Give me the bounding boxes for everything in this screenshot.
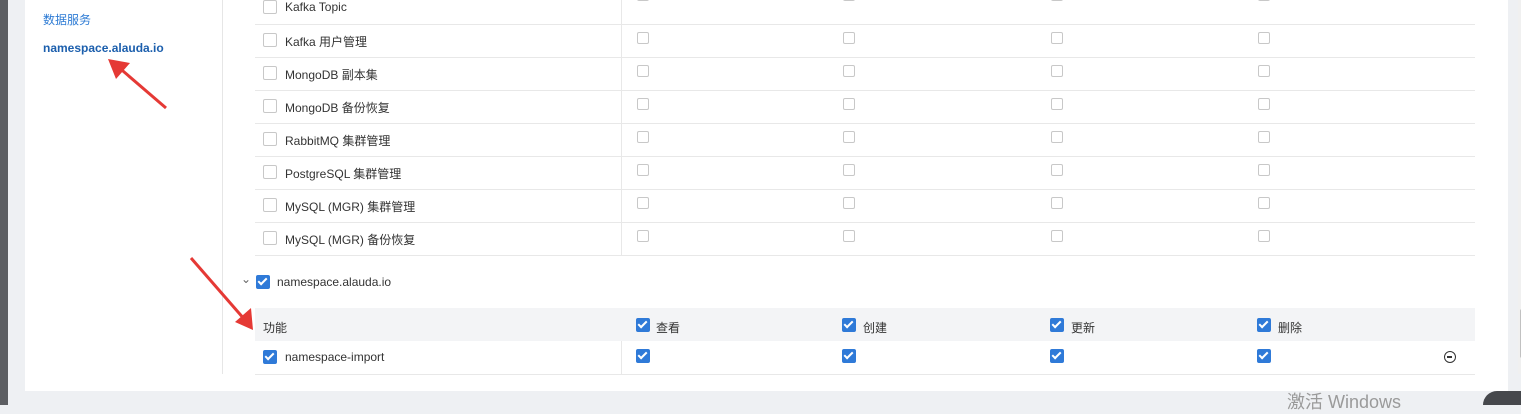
row-checkbox[interactable]: [263, 198, 277, 212]
sidebar-item-namespace[interactable]: namespace.alauda.io: [43, 41, 164, 55]
row-checkbox[interactable]: [263, 33, 277, 47]
delete-header: 删除: [1278, 321, 1303, 335]
view-checkbox[interactable]: [637, 164, 649, 176]
permission-table: Kafka Topic Kafka 用户管理 MongoDB 副本集 Mongo…: [241, 0, 1475, 391]
delete-checkbox[interactable]: [1258, 98, 1270, 110]
update-checkbox[interactable]: [1050, 349, 1064, 363]
view-checkbox[interactable]: [637, 32, 649, 44]
delete-checkbox[interactable]: [1257, 349, 1271, 363]
row-checkbox[interactable]: [263, 0, 277, 14]
view-checkbox[interactable]: [636, 349, 650, 363]
table-row: Kafka Topic: [255, 0, 1475, 25]
activation-watermark: 激活 Windows: [1287, 392, 1402, 412]
create-checkbox[interactable]: [843, 131, 855, 143]
group-checkbox[interactable]: [256, 275, 270, 289]
sidebar: 数据服务 namespace.alauda.io: [25, 0, 223, 374]
resource-label: RabbitMQ 集群管理: [285, 134, 391, 148]
create-header: 创建: [863, 321, 888, 335]
group-label: namespace.alauda.io: [277, 275, 392, 289]
view-header: 查看: [656, 321, 681, 335]
view-checkbox[interactable]: [637, 65, 649, 77]
create-checkbox[interactable]: [843, 230, 855, 242]
update-checkbox[interactable]: [1051, 98, 1063, 110]
create-all-checkbox[interactable]: [842, 318, 856, 332]
update-checkbox[interactable]: [1051, 164, 1063, 176]
update-checkbox[interactable]: [1051, 0, 1063, 1]
row-checkbox[interactable]: [263, 132, 277, 146]
resource-label: MongoDB 备份恢复: [285, 101, 390, 115]
resource-label: MongoDB 副本集: [285, 68, 378, 82]
table-row: MongoDB 副本集: [255, 57, 1475, 91]
update-checkbox[interactable]: [1051, 131, 1063, 143]
delete-checkbox[interactable]: [1258, 197, 1270, 209]
create-checkbox[interactable]: [842, 349, 856, 363]
resource-label: namespace-import: [285, 350, 385, 364]
create-checkbox[interactable]: [843, 0, 855, 1]
view-all-checkbox[interactable]: [636, 318, 650, 332]
view-checkbox[interactable]: [637, 0, 649, 1]
view-checkbox[interactable]: [637, 131, 649, 143]
table-row: MongoDB 备份恢复: [255, 90, 1475, 124]
update-checkbox[interactable]: [1051, 230, 1063, 242]
row-checkbox[interactable]: [263, 231, 277, 245]
view-checkbox[interactable]: [637, 230, 649, 242]
delete-checkbox[interactable]: [1258, 131, 1270, 143]
create-checkbox[interactable]: [843, 32, 855, 44]
update-checkbox[interactable]: [1051, 32, 1063, 44]
permission-panel: 数据服务 namespace.alauda.io Kafka Topic Kaf…: [25, 0, 1521, 391]
create-checkbox[interactable]: [843, 197, 855, 209]
create-checkbox[interactable]: [843, 164, 855, 176]
function-header: 功能: [263, 321, 288, 335]
delete-checkbox[interactable]: [1258, 230, 1270, 242]
table-header: 功能 查看 创建 更新 删除: [255, 308, 1475, 341]
row-checkbox[interactable]: [263, 66, 277, 80]
sidebar-item-data-service[interactable]: 数据服务: [43, 11, 91, 28]
table-row: MySQL (MGR) 备份恢复: [255, 222, 1475, 256]
group-header: ⌄ namespace.alauda.io: [241, 270, 1475, 296]
delete-checkbox[interactable]: [1258, 65, 1270, 77]
view-checkbox[interactable]: [637, 98, 649, 110]
view-checkbox[interactable]: [637, 197, 649, 209]
resource-label: Kafka Topic: [285, 0, 347, 14]
delete-checkbox[interactable]: [1258, 0, 1270, 1]
row-checkbox[interactable]: [263, 350, 277, 364]
update-checkbox[interactable]: [1051, 197, 1063, 209]
table-row: namespace-import: [255, 341, 1475, 375]
window-left-edge: [0, 0, 8, 405]
row-checkbox[interactable]: [263, 99, 277, 113]
table-row: Kafka 用户管理: [255, 24, 1475, 58]
update-header: 更新: [1071, 321, 1096, 335]
chevron-down-icon[interactable]: ⌄: [241, 272, 251, 286]
resource-label: MySQL (MGR) 备份恢复: [285, 233, 416, 247]
resource-label: MySQL (MGR) 集群管理: [285, 200, 416, 214]
resource-label: PostgreSQL 集群管理: [285, 167, 402, 181]
table-row: MySQL (MGR) 集群管理: [255, 189, 1475, 223]
delete-checkbox[interactable]: [1258, 32, 1270, 44]
table-row: PostgreSQL 集群管理: [255, 156, 1475, 190]
create-checkbox[interactable]: [843, 65, 855, 77]
update-checkbox[interactable]: [1051, 65, 1063, 77]
row-checkbox[interactable]: [263, 165, 277, 179]
update-all-checkbox[interactable]: [1050, 318, 1064, 332]
delete-checkbox[interactable]: [1258, 164, 1270, 176]
create-checkbox[interactable]: [843, 98, 855, 110]
corner-widget: [1483, 391, 1521, 405]
delete-all-checkbox[interactable]: [1257, 318, 1271, 332]
table-row: RabbitMQ 集群管理: [255, 123, 1475, 157]
resource-label: Kafka 用户管理: [285, 35, 368, 49]
remove-circle-icon[interactable]: [1444, 351, 1456, 363]
